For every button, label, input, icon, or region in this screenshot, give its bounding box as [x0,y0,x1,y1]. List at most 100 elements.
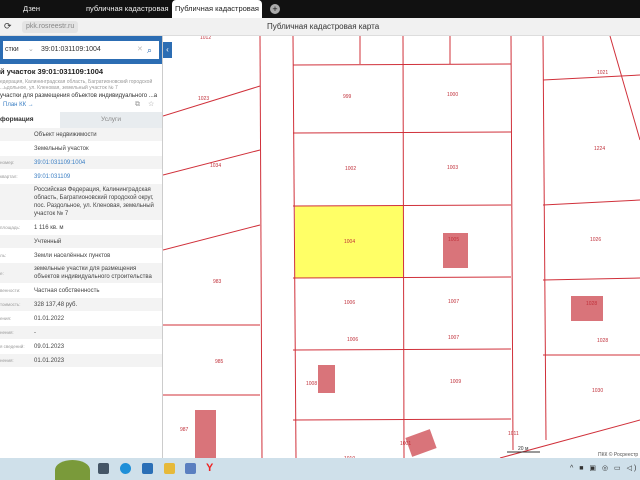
cadastral-map[interactable]: 1012 1023 1034 999 1000 1021 1002 1003 1224 1004 1… [163,36,640,458]
clear-icon[interactable]: ✕ [137,41,143,59]
zoom-to-icon[interactable]: ⧉ [135,101,140,109]
info-table: Объект недвижимости Земельный участок номе… [0,128,162,368]
info-row: нения: - [0,326,162,340]
info-row: ль: Земли населённых пунктов [0,249,162,263]
parcel-title: й участок 39:01:031109:1004 [0,67,104,76]
row-value: Частная собственность [34,287,100,294]
tab-dzen[interactable]: Дзен [20,0,80,18]
parcel-label: 985 [215,359,224,365]
parcel-address: едерация, Калининградская область, Багра… [0,79,153,91]
system-tray[interactable]: ^ ■ ▣ ◎ ▭ ◁) [570,464,638,472]
tab-search[interactable]: публичная кадастровая [83,0,171,18]
photos-icon[interactable] [185,463,196,474]
info-row: номер: 39:01:031109:1004 [0,156,162,170]
parcel-header: й участок 39:01:031109:1004 едерация, Ка… [0,64,162,112]
parcel-label: 1000 [447,92,458,98]
row-value: Российская Федерация, Калининградская об… [34,187,154,217]
parcel-label: 1026 [590,237,601,243]
info-row: Российская Федерация, Калининградская об… [0,184,162,221]
parcel-label: 987 [180,427,189,433]
info-row: венности: Частная собственность [0,284,162,298]
row-label: ения: [0,316,12,321]
row-value: 328 137,48 руб. [34,301,78,308]
row-label: номер: [0,160,15,165]
row-label: квартал: [0,174,18,179]
parcel-label: 1034 [210,163,221,169]
map-canvas[interactable]: 1012 1023 1034 999 1000 1021 1002 1003 1224 1004 1… [163,36,640,458]
parcel-use: участки для размещения объектов индивиду… [0,93,158,99]
parcel-label: 983 [213,279,222,285]
url-field[interactable]: pkk.rosreestr.ru [22,21,79,33]
copyright: ПКК © Росреестр [598,451,638,458]
info-row: я сведений: 09.01.2023 [0,340,162,354]
new-tab-button[interactable]: + [270,4,280,14]
info-row: квартал: 39:01:031109 [0,170,162,184]
mail-icon[interactable] [142,463,153,474]
category-select[interactable]: стки [5,41,19,59]
info-row: Земельный участок [0,142,162,156]
row-label: ль: [0,253,7,258]
kangaroo-widget-icon[interactable] [55,460,90,480]
row-label: площадь: [0,225,21,230]
collapse-panel-button[interactable]: ‹ [163,42,172,58]
row-value: земельные участки для размещения объекто… [34,266,152,280]
row-value: Учтенный [34,238,62,245]
parcel-label: 1003 [447,165,458,171]
info-row: площадь: 1 116 кв. м [0,221,162,235]
tab-info[interactable]: формация [0,112,60,128]
address-bar: ⟳ pkk.rosreestr.ru Публичная кадастровая… [0,18,640,36]
parcel-label: 1021 [597,70,608,76]
row-label: я сведений: [0,344,25,349]
row-label: е: [0,270,4,276]
info-row: Объект недвижимости [0,128,162,142]
row-value: Земельный участок [34,145,89,152]
row-value: Объект недвижимости [34,131,97,138]
parcel-label: 1023 [198,96,209,102]
tab-label: публичная кадастровая [86,4,169,13]
info-row: Учтенный [0,235,162,249]
reload-icon[interactable]: ⟳ [4,21,12,32]
tab-label: Публичная кадастровая [175,4,259,13]
parcel-label: 1004 [344,239,355,245]
parcel-label: 1002 [345,166,356,172]
info-panel: стки ⌄ 39:01:031109:1004 ✕ ⌕ й участок 3… [0,36,163,458]
info-row: тоимость: 328 137,48 руб. [0,298,162,312]
star-icon[interactable]: ☆ [148,100,154,108]
parcel-label: 1011 [508,431,519,437]
info-row: нения: 01.01.2023 [0,354,162,368]
scale-label: 20 м [518,446,529,452]
parcel-label: 999 [343,94,352,100]
search-input[interactable]: 39:01:031109:1004 [41,41,101,59]
parcel-label: 1006 [344,300,355,306]
info-row: ения: 01.01.2022 [0,312,162,326]
row-value: 01.01.2022 [34,315,65,322]
row-value: 01.01.2023 [34,357,65,364]
row-label: нения: [0,330,14,335]
row-value[interactable]: 39:01:031109:1004 [34,157,162,169]
tab-pkk[interactable]: Публичная кадастровая [172,0,262,18]
tab-services[interactable]: Услуги [60,112,162,128]
info-row: е: земельные участки для размещения объек… [0,263,162,284]
parcel-label: 1028 [586,301,597,307]
parcel-label: 1030 [592,388,603,394]
parcel-label: 1007 [448,299,459,305]
search-icon[interactable]: ⌕ [147,41,152,59]
row-label: венности: [0,288,21,293]
panel-tabs: формация Услуги [0,112,162,128]
page-title: Публичная кадастровая карта [267,22,380,31]
explorer-icon[interactable] [164,463,175,474]
edge-icon[interactable] [120,463,131,474]
yandex-browser-icon[interactable]: Y [206,463,217,474]
parcel-label: 1008 [306,381,317,387]
row-label: нения: [0,358,14,363]
search-bar: стки ⌄ 39:01:031109:1004 ✕ ⌕ [0,36,162,64]
plan-link[interactable]: План КК → [3,102,34,108]
parcel-label: 1009 [450,379,461,385]
taskbar: Y ^ ■ ▣ ◎ ▭ ◁) [0,458,640,480]
row-value[interactable]: 39:01:031109 [34,171,162,183]
parcel-label: 1007 [448,335,459,341]
parcel-label: 1012 [200,36,211,41]
parcel-label: 1006 [347,337,358,343]
tab-label: Дзен [23,4,40,13]
task-view-icon[interactable] [98,463,109,474]
